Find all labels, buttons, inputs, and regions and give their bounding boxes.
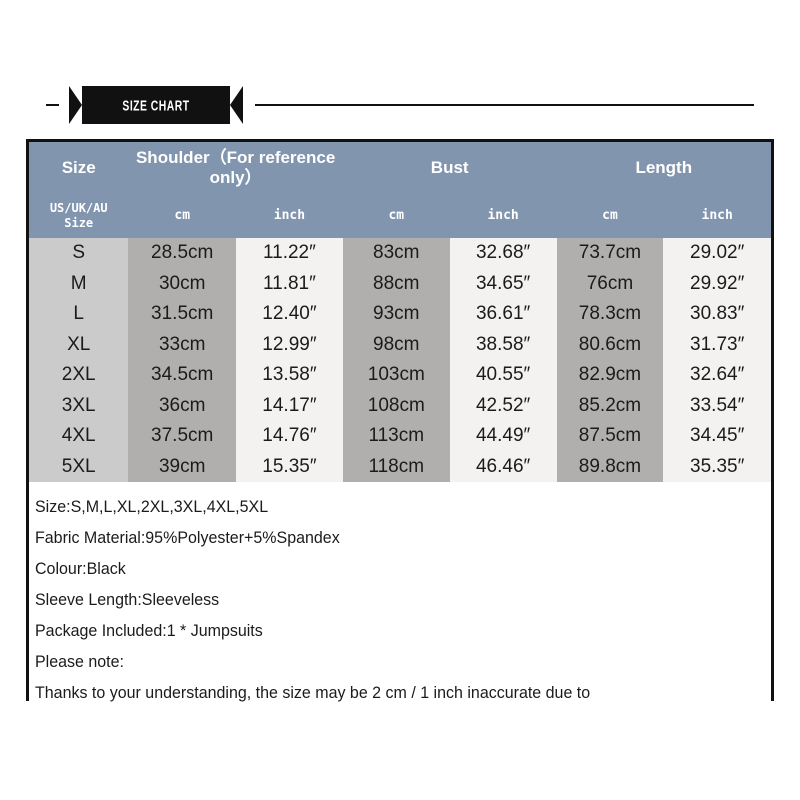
table-row: 4XL 37.5cm 14.76″ 113cm 44.49″ 87.5cm 34.45″ <box>29 421 771 452</box>
cell-length_in: 34.45″ <box>663 421 771 452</box>
header-unit-shoulder-cm: cm <box>128 194 236 238</box>
size-table: Size Shoulder（For reference only） Bust L… <box>29 142 771 482</box>
note-line: Colour:Black <box>35 560 126 579</box>
header-unit-size: US/UK/AU Size <box>29 194 129 238</box>
cell-bust_cm: 113cm <box>342 421 450 452</box>
header-unit-size-line2: Size <box>64 216 94 230</box>
size-chart-page: SIZE CHART Size Shoulder（For reference o… <box>0 0 800 800</box>
banner: SIZE CHART <box>46 84 756 126</box>
cell-shoulder_in: 12.40″ <box>236 299 343 330</box>
banner-ribbon-left-icon <box>69 86 82 124</box>
cell-length_cm: 80.6cm <box>556 329 664 360</box>
cell-length_in: 35.35″ <box>663 451 771 482</box>
content-frame: Size Shoulder（For reference only） Bust L… <box>26 139 774 710</box>
note-line: Fabric Material:95%Polyester+5%Spandex <box>35 529 340 548</box>
header-unit-length-cm: cm <box>556 194 664 238</box>
header-unit-bust-inch: inch <box>449 194 557 238</box>
cell-size: S <box>29 238 129 269</box>
note-line: Please note: <box>35 653 124 672</box>
cell-length_cm: 89.8cm <box>556 451 664 482</box>
banner-title-box: SIZE CHART <box>82 86 230 124</box>
cell-length_in: 33.54″ <box>663 390 771 421</box>
cell-bust_in: 38.58″ <box>449 329 557 360</box>
header-group-row: Size Shoulder（For reference only） Bust L… <box>29 142 771 194</box>
cell-bust_cm: 108cm <box>342 390 450 421</box>
cell-shoulder_in: 13.58″ <box>236 360 343 391</box>
table-body: S 28.5cm 11.22″ 83cm 32.68″ 73.7cm 29.02″ M 30cm… <box>29 238 771 482</box>
cell-length_in: 29.02″ <box>663 238 771 269</box>
cell-size: 3XL <box>29 390 129 421</box>
table-row: L 31.5cm 12.40″ 93cm 36.61″ 78.3cm 30.83″ <box>29 299 771 330</box>
table-row: XL 33cm 12.99″ 98cm 38.58″ 80.6cm 31.73″ <box>29 329 771 360</box>
header-unit-size-line1: US/UK/AU <box>49 201 108 215</box>
banner-rule <box>255 104 754 106</box>
cell-bust_cm: 83cm <box>342 238 450 269</box>
cell-size: 4XL <box>29 421 129 452</box>
cell-shoulder_in: 15.35″ <box>236 451 343 482</box>
cell-length_in: 31.73″ <box>663 329 771 360</box>
header-unit-length-inch: inch <box>663 194 771 238</box>
header-unit-shoulder-inch: inch <box>236 194 343 238</box>
cell-shoulder_cm: 34.5cm <box>128 360 236 391</box>
cell-bust_cm: 103cm <box>342 360 450 391</box>
table-row: 2XL 34.5cm 13.58″ 103cm 40.55″ 82.9cm 32.64″ <box>29 360 771 391</box>
cell-shoulder_in: 11.22″ <box>236 238 343 269</box>
table-row: 5XL 39cm 15.35″ 118cm 46.46″ 89.8cm 35.35″ <box>29 451 771 482</box>
banner-left-dash <box>46 104 59 106</box>
cell-size: 2XL <box>29 360 129 391</box>
cell-shoulder_cm: 31.5cm <box>128 299 236 330</box>
note-line: Sleeve Length:Sleeveless <box>35 591 220 610</box>
table-row: M 30cm 11.81″ 88cm 34.65″ 76cm 29.92″ <box>29 268 771 299</box>
notes-block: Size:S,M,L,XL,2XL,3XL,4XL,5XL Fabric Mate… <box>29 482 771 710</box>
cell-bust_in: 44.49″ <box>449 421 557 452</box>
cell-size: XL <box>29 329 129 360</box>
cell-size: M <box>29 268 129 299</box>
cell-length_in: 32.64″ <box>663 360 771 391</box>
cell-length_cm: 76cm <box>556 268 664 299</box>
cell-bust_cm: 98cm <box>342 329 450 360</box>
cell-length_cm: 85.2cm <box>556 390 664 421</box>
cell-shoulder_in: 14.17″ <box>236 390 343 421</box>
cell-bust_in: 36.61″ <box>449 299 557 330</box>
cell-bust_in: 40.55″ <box>449 360 557 391</box>
header-length: Length <box>556 142 771 194</box>
cell-length_cm: 78.3cm <box>556 299 664 330</box>
header-bust: Bust <box>342 142 557 194</box>
cell-bust_in: 34.65″ <box>449 268 557 299</box>
cell-shoulder_cm: 37.5cm <box>128 421 236 452</box>
header-unit-bust-cm: cm <box>342 194 450 238</box>
note-line: Thanks to your understanding, the size m… <box>35 684 591 703</box>
table-row: 3XL 36cm 14.17″ 108cm 42.52″ 85.2cm 33.54″ <box>29 390 771 421</box>
cell-shoulder_in: 12.99″ <box>236 329 343 360</box>
cell-bust_cm: 88cm <box>342 268 450 299</box>
cell-bust_cm: 118cm <box>342 451 450 482</box>
cell-shoulder_cm: 30cm <box>128 268 236 299</box>
banner-ribbon-right-icon <box>230 86 243 124</box>
cell-shoulder_cm: 33cm <box>128 329 236 360</box>
cell-bust_in: 46.46″ <box>449 451 557 482</box>
cell-shoulder_in: 11.81″ <box>236 268 343 299</box>
header-size: Size <box>29 142 129 194</box>
table-row: S 28.5cm 11.22″ 83cm 32.68″ 73.7cm 29.02″ <box>29 238 771 269</box>
cell-shoulder_in: 14.76″ <box>236 421 343 452</box>
cell-shoulder_cm: 28.5cm <box>128 238 236 269</box>
cell-shoulder_cm: 36cm <box>128 390 236 421</box>
table-header: Size Shoulder（For reference only） Bust L… <box>29 142 771 238</box>
cell-length_in: 29.92″ <box>663 268 771 299</box>
header-unit-row: US/UK/AU Size cm inch cm inch cm inch <box>29 194 771 238</box>
cell-length_in: 30.83″ <box>663 299 771 330</box>
cell-bust_cm: 93cm <box>342 299 450 330</box>
cell-shoulder_cm: 39cm <box>128 451 236 482</box>
cell-bust_in: 32.68″ <box>449 238 557 269</box>
note-line: Size:S,M,L,XL,2XL,3XL,4XL,5XL <box>35 498 269 516</box>
cell-length_cm: 73.7cm <box>556 238 664 269</box>
cell-bust_in: 42.52″ <box>449 390 557 421</box>
cell-size: 5XL <box>29 451 129 482</box>
cell-length_cm: 87.5cm <box>556 421 664 452</box>
header-shoulder: Shoulder（For reference only） <box>128 142 343 194</box>
note-line: Package Included:1 * Jumpsuits <box>35 622 263 641</box>
cell-length_cm: 82.9cm <box>556 360 664 391</box>
banner-title: SIZE CHART <box>122 96 190 114</box>
cell-size: L <box>29 299 129 330</box>
